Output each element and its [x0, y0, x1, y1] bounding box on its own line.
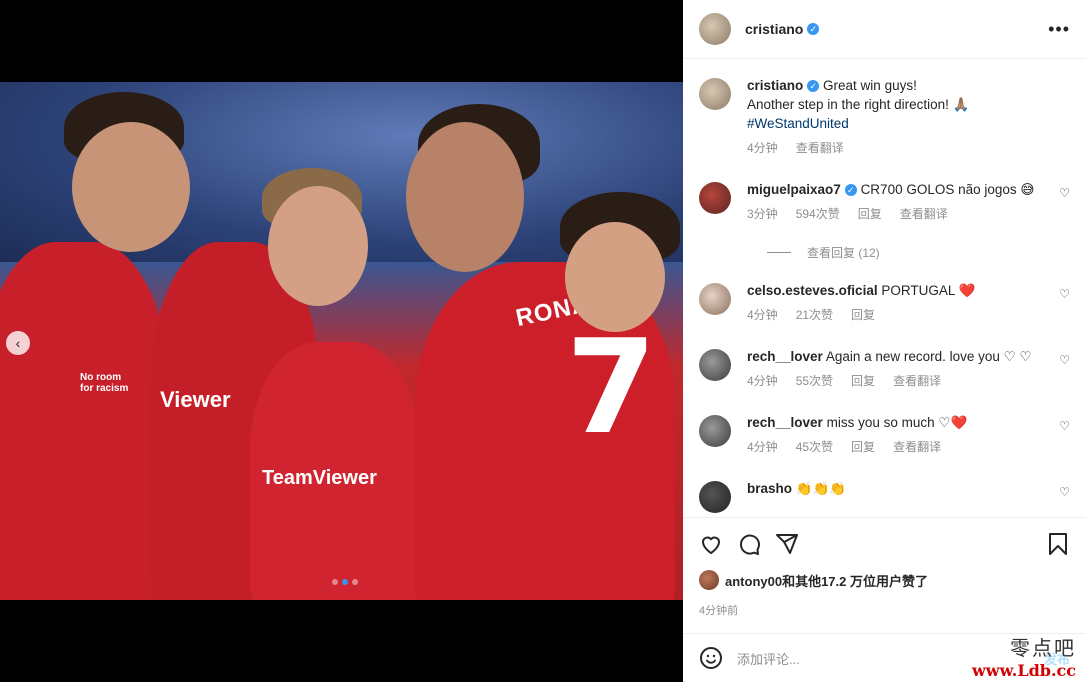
sleeve-text: No room for racism — [80, 372, 129, 394]
caption-text-2: Another step in the right direction! 🙏🏽 — [747, 97, 970, 112]
avatar[interactable] — [699, 78, 731, 110]
post-time: 4分钟前 — [699, 605, 739, 617]
player-ronaldo-head — [406, 122, 524, 272]
reply-button[interactable]: 回复 — [851, 372, 875, 391]
comment-input[interactable]: 添加评论... — [737, 649, 800, 668]
comment-username[interactable]: celso.esteves.oficial — [747, 283, 878, 298]
comment-likes[interactable]: 594次赞 — [796, 205, 840, 224]
caption-text: Great win guys! — [823, 78, 917, 93]
likes-summary[interactable]: antony00和其他17.2 万位用户赞了 — [699, 570, 1070, 590]
verified-icon: ✓ — [844, 184, 857, 196]
avatar[interactable] — [699, 481, 731, 513]
carousel-dot — [352, 579, 358, 585]
comment-likes[interactable]: 45次赞 — [796, 438, 833, 457]
watermark-line2: www.Ldb.cc — [972, 661, 1076, 680]
comment-time: 4分钟 — [747, 374, 778, 388]
translate-link[interactable]: 查看翻译 — [893, 438, 941, 457]
player-middle-head — [268, 186, 368, 306]
heart-icon[interactable]: ♡ — [1059, 287, 1070, 301]
comment-text: PORTUGAL ❤️ — [881, 283, 976, 298]
comment-text: CR700 GOLOS não jogos 😅 — [860, 182, 1035, 197]
comment-item: miguelpaixao7 ✓ CR700 GOLOS não jogos 😅 3… — [699, 180, 1070, 224]
watermark-line1: 零点吧 — [1010, 636, 1076, 660]
comment-icon[interactable] — [737, 532, 761, 556]
comment-item: rech__lover miss you so much ♡❤️ 4分钟 45次… — [699, 413, 1070, 457]
view-replies-label[interactable]: 查看回复 (12) — [807, 244, 880, 261]
caption-username[interactable]: cristiano — [747, 78, 803, 93]
heart-icon[interactable]: ♡ — [1059, 485, 1070, 499]
comment-username[interactable]: rech__lover — [747, 415, 823, 430]
divider — [767, 252, 791, 253]
heart-icon[interactable] — [699, 532, 723, 556]
share-icon[interactable] — [775, 532, 799, 556]
caption: cristiano ✓ Great win guys! Another step … — [699, 76, 1070, 158]
player-right-head — [565, 222, 665, 332]
author-username[interactable]: cristiano — [745, 21, 803, 37]
avatar[interactable] — [699, 13, 731, 45]
avatar[interactable] — [699, 283, 731, 315]
player-left-head — [72, 122, 190, 252]
post-media: No room for racism Viewer TeamViewer RON… — [0, 0, 683, 682]
more-icon[interactable]: ••• — [1048, 19, 1070, 40]
comment-list[interactable]: cristiano ✓ Great win guys! Another step … — [683, 60, 1086, 516]
heart-icon[interactable]: ♡ — [1059, 353, 1070, 367]
verified-icon: ✓ — [807, 23, 820, 35]
avatar[interactable] — [699, 570, 719, 590]
carousel-dots — [332, 579, 358, 585]
comment-text: 👏👏👏 — [795, 481, 847, 496]
reply-button[interactable]: 回复 — [851, 438, 875, 457]
translate-link[interactable]: 查看翻译 — [796, 139, 844, 158]
avatar[interactable] — [699, 182, 731, 214]
caption-time: 4分钟 — [747, 141, 778, 155]
carousel-dot — [332, 579, 338, 585]
translate-link[interactable]: 查看翻译 — [893, 372, 941, 391]
comment-text: Again a new record. love you ♡ ♡ — [825, 349, 1032, 364]
bookmark-icon[interactable] — [1046, 532, 1070, 556]
hashtag-link[interactable]: #WeStandUnited — [747, 114, 1070, 133]
player-left — [0, 242, 170, 600]
comment-time: 4分钟 — [747, 440, 778, 454]
jersey-number: 7 — [566, 311, 657, 463]
sponsor-middle: TeamViewer — [262, 467, 377, 489]
comment-username[interactable]: miguelpaixao7 — [747, 182, 841, 197]
reply-button[interactable]: 回复 — [858, 205, 882, 224]
post-header: cristiano ✓ ••• — [683, 0, 1086, 59]
comment-time: 3分钟 — [747, 207, 778, 221]
likes-text[interactable]: antony00和其他17.2 万位用户赞了 — [725, 571, 928, 590]
comment-time: 4分钟 — [747, 308, 778, 322]
comment-likes[interactable]: 21次赞 — [796, 306, 833, 325]
comment-username[interactable]: brasho — [747, 481, 792, 496]
avatar[interactable] — [699, 349, 731, 381]
comment-username[interactable]: rech__lover — [747, 349, 823, 364]
reply-button[interactable]: 回复 — [851, 306, 875, 325]
view-replies[interactable]: 查看回复 (12) — [767, 244, 1070, 261]
post-photo[interactable]: No room for racism Viewer TeamViewer RON… — [0, 82, 683, 600]
sponsor-left: Viewer — [160, 387, 231, 412]
emoji-icon[interactable] — [699, 646, 723, 670]
comment-likes[interactable]: 55次赞 — [796, 372, 833, 391]
chevron-left-icon[interactable]: ‹ — [6, 331, 30, 355]
heart-icon[interactable]: ♡ — [1059, 186, 1070, 200]
comment-text: miss you so much ♡❤️ — [826, 415, 968, 430]
comment-item: brasho 👏👏👏 ♡ — [699, 479, 1070, 513]
verified-icon: ✓ — [807, 80, 820, 92]
comment-item: celso.esteves.oficial PORTUGAL ❤️ 4分钟 21… — [699, 281, 1070, 325]
post-panel: cristiano ✓ ••• cristiano ✓ Great win guy… — [683, 0, 1086, 682]
translate-link[interactable]: 查看翻译 — [900, 205, 948, 224]
watermark: 零点吧 www.Ldb.cc — [972, 632, 1076, 680]
avatar[interactable] — [699, 415, 731, 447]
carousel-dot-active — [342, 579, 348, 585]
heart-icon[interactable]: ♡ — [1059, 419, 1070, 433]
action-bar: antony00和其他17.2 万位用户赞了 4分钟前 — [683, 517, 1086, 618]
comment-item: rech__lover Again a new record. love you… — [699, 347, 1070, 391]
